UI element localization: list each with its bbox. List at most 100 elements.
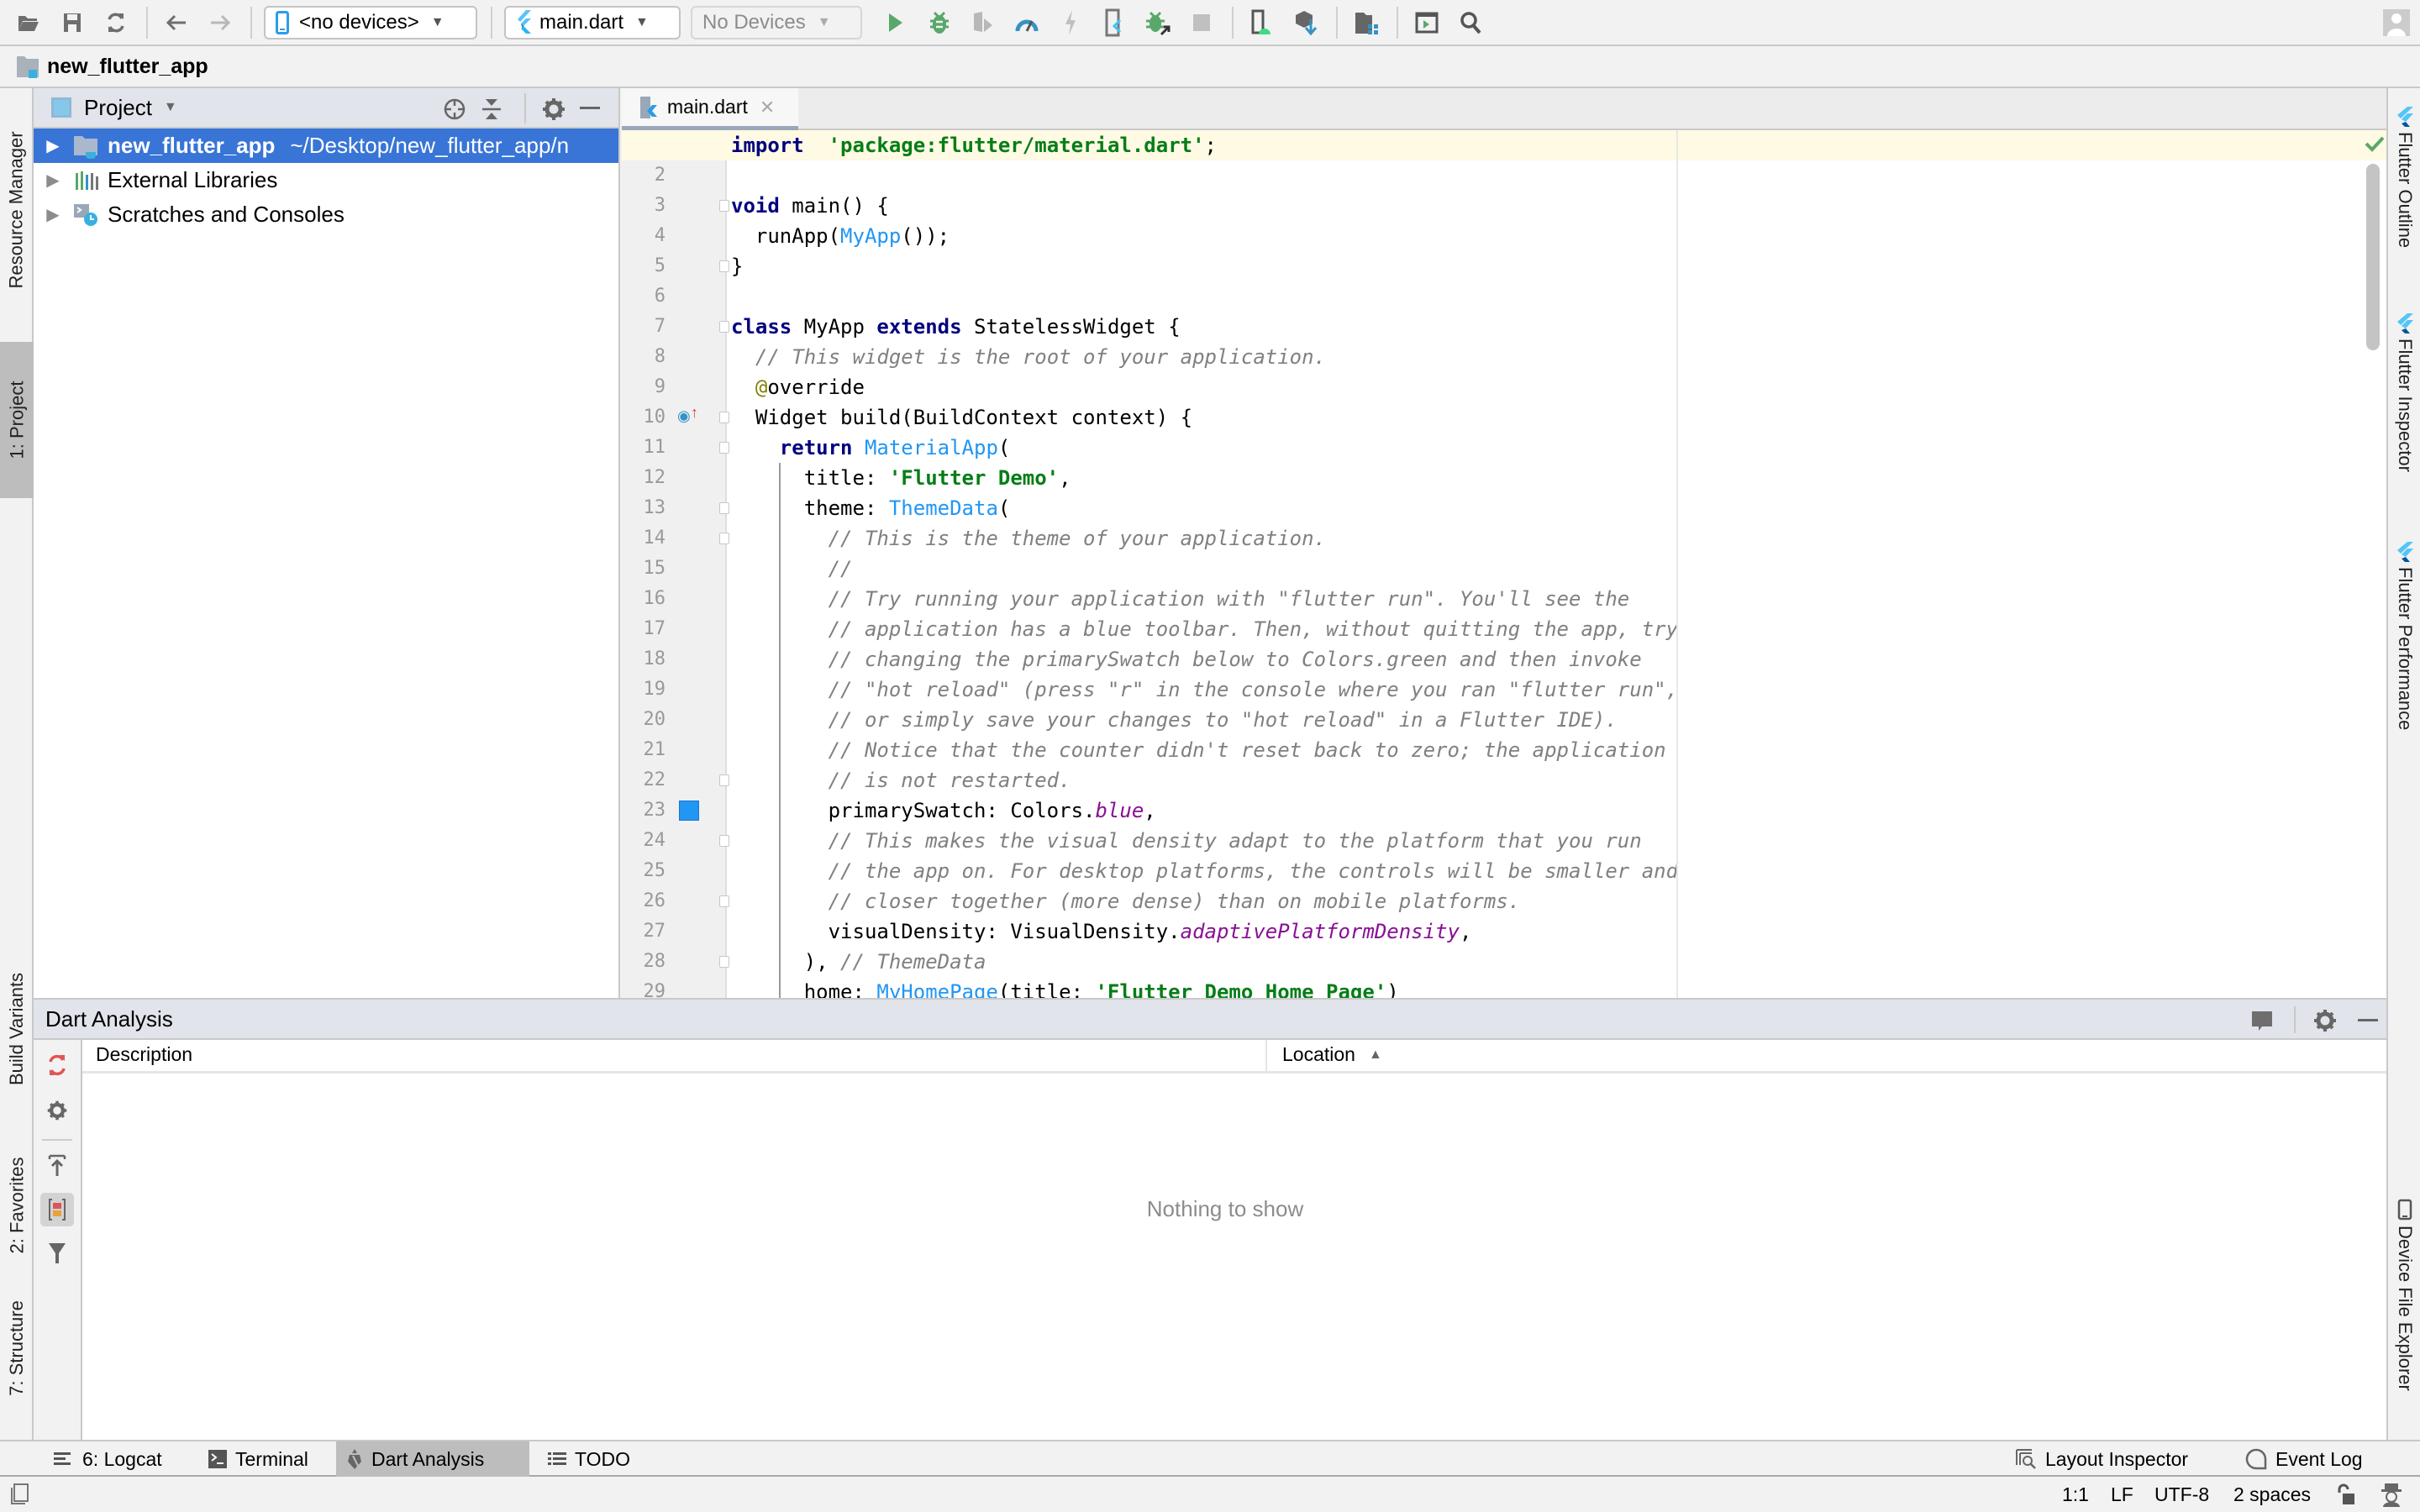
close-icon[interactable]: ✕ xyxy=(760,97,775,118)
sync-icon[interactable] xyxy=(99,6,133,39)
code-line[interactable]: import 'package:flutter/material.dart'; xyxy=(731,130,1217,160)
line-number[interactable]: 15 xyxy=(622,554,666,584)
tool-window-layout-inspector[interactable]: Layout Inspector xyxy=(2005,1441,2198,1477)
user-icon[interactable] xyxy=(2383,9,2410,36)
code-line[interactable]: // Try running your application with "fl… xyxy=(731,584,1630,614)
line-number[interactable]: 27 xyxy=(622,916,666,947)
code-line[interactable]: @override xyxy=(731,372,865,402)
line-number[interactable]: 17 xyxy=(622,614,666,644)
line-number[interactable]: 11 xyxy=(622,433,666,463)
line-number[interactable]: 20 xyxy=(622,705,666,735)
code-line[interactable]: // xyxy=(731,554,853,584)
run-icon[interactable] xyxy=(879,6,913,39)
tree-item-scratches[interactable]: ▶ Scratches and Consoles xyxy=(34,197,618,232)
gear-icon[interactable] xyxy=(40,1094,74,1127)
sdk-manager-icon[interactable] xyxy=(1289,6,1323,39)
search-icon[interactable] xyxy=(1454,6,1487,39)
back-icon[interactable] xyxy=(160,6,193,39)
inspector-hector-icon[interactable] xyxy=(2380,1482,2403,1512)
line-number[interactable]: 18 xyxy=(622,644,666,675)
line-number[interactable]: 10 xyxy=(622,402,666,433)
open-folder-icon[interactable] xyxy=(12,6,45,39)
debug-icon[interactable] xyxy=(923,6,956,39)
tab-project[interactable]: 1: Project xyxy=(0,342,34,498)
line-number[interactable]: 3 xyxy=(622,191,666,221)
tab-flutter-inspector[interactable]: Flutter Inspector xyxy=(2388,313,2420,472)
indent-setting[interactable]: 2 spaces xyxy=(2233,1483,2311,1506)
code-line[interactable]: // This widget is the root of your appli… xyxy=(731,342,1326,372)
toggle-tool-windows-icon[interactable] xyxy=(10,1483,30,1510)
code-line[interactable]: title: 'Flutter Demo', xyxy=(731,463,1071,493)
gear-icon[interactable] xyxy=(2312,1008,2338,1039)
expand-arrow-icon[interactable]: ▶ xyxy=(40,135,66,156)
column-location[interactable]: Location ▲ xyxy=(1282,1043,1382,1066)
code-line[interactable]: visualDensity: VisualDensity.adaptivePla… xyxy=(731,916,1472,947)
line-number[interactable]: 16 xyxy=(622,584,666,614)
code-area[interactable]: import 'package:flutter/material.dart'; v… xyxy=(727,130,2386,998)
collapse-all-icon[interactable] xyxy=(481,97,502,128)
code-line[interactable]: Widget build(BuildContext context) { xyxy=(731,402,1192,433)
tool-window-dart-analysis[interactable]: Dart Analysis xyxy=(336,1441,529,1477)
line-number[interactable]: 26 xyxy=(622,886,666,916)
hot-reload-icon[interactable] xyxy=(1054,6,1087,39)
line-number[interactable]: 28 xyxy=(622,947,666,977)
project-structure-icon[interactable] xyxy=(1349,6,1383,39)
column-divider[interactable] xyxy=(1265,1040,1267,1074)
column-description[interactable]: Description xyxy=(96,1043,192,1066)
line-number[interactable]: 21 xyxy=(622,735,666,765)
attach-debugger-icon[interactable] xyxy=(1141,6,1175,39)
tree-item-external-libraries[interactable]: ▶ External Libraries xyxy=(34,163,618,197)
line-number[interactable]: 9 xyxy=(622,372,666,402)
code-line[interactable]: // application has a blue toolbar. Then,… xyxy=(731,614,1678,644)
file-encoding[interactable]: UTF-8 xyxy=(2154,1483,2209,1506)
run-config-selector[interactable]: main.dart ▼ xyxy=(504,5,681,39)
line-number[interactable]: 13 xyxy=(622,493,666,523)
tab-flutter-performance[interactable]: Flutter Performance xyxy=(2388,542,2420,730)
profile-icon[interactable] xyxy=(1010,6,1044,39)
locate-file-icon[interactable] xyxy=(442,97,467,128)
flutter-attach-icon[interactable] xyxy=(1097,6,1131,39)
line-number[interactable]: 8 xyxy=(622,342,666,372)
code-line[interactable]: // "hot reload" (press "r" in the consol… xyxy=(731,675,1678,705)
expand-arrow-icon[interactable]: ▶ xyxy=(40,204,66,225)
group-by-severity-icon[interactable] xyxy=(40,1193,74,1226)
chevron-down-icon[interactable]: ▼ xyxy=(164,100,177,115)
line-number[interactable]: 5 xyxy=(622,251,666,281)
code-line[interactable]: // closer together (more dense) than on … xyxy=(731,886,1521,916)
code-line[interactable]: // is not restarted. xyxy=(731,765,1071,795)
run-anything-icon[interactable] xyxy=(1410,6,1444,39)
line-number[interactable]: 25 xyxy=(622,856,666,886)
code-line[interactable]: } xyxy=(731,251,743,281)
code-line[interactable]: return MaterialApp( xyxy=(731,433,1011,463)
tool-window-event-log[interactable]: Event Log xyxy=(2235,1441,2373,1477)
unlock-icon[interactable] xyxy=(2336,1483,2356,1510)
avd-manager-icon[interactable] xyxy=(1245,6,1279,39)
override-method-icon[interactable]: ◉ xyxy=(677,407,691,425)
project-view-selector[interactable]: Project xyxy=(84,95,152,121)
tree-item-project-root[interactable]: ▶ new_flutter_app ~/Desktop/new_flutter_… xyxy=(34,129,618,163)
tool-window-logcat[interactable]: 6: Logcat xyxy=(44,1441,172,1477)
line-number[interactable]: 7 xyxy=(622,312,666,342)
code-line[interactable]: ), // ThemeData xyxy=(731,947,986,977)
code-line[interactable]: // changing the primarySwatch below to C… xyxy=(731,644,1642,675)
code-line[interactable]: void main() { xyxy=(731,191,889,221)
save-icon[interactable] xyxy=(55,6,89,39)
tab-structure[interactable]: 7: Structure xyxy=(0,1264,34,1432)
line-number[interactable]: 23 xyxy=(622,795,666,826)
tool-window-todo[interactable]: TODO xyxy=(538,1441,640,1477)
code-line[interactable]: theme: ThemeData( xyxy=(731,493,1011,523)
code-line[interactable]: // or simply save your changes to "hot r… xyxy=(731,705,1618,735)
expand-arrow-icon[interactable]: ▶ xyxy=(40,170,66,191)
filter-icon[interactable] xyxy=(40,1236,74,1270)
code-line[interactable]: // This is the theme of your application… xyxy=(731,523,1326,554)
line-number[interactable]: 6 xyxy=(622,281,666,312)
tab-flutter-outline[interactable]: Flutter Outline xyxy=(2388,107,2420,248)
line-separator[interactable]: LF xyxy=(2111,1483,2133,1506)
breadcrumb-project[interactable]: new_flutter_app xyxy=(47,55,208,79)
tab-main-dart[interactable]: main.dart ✕ xyxy=(622,88,798,130)
code-line[interactable]: class MyApp extends StatelessWidget { xyxy=(731,312,1181,342)
forward-icon[interactable] xyxy=(203,6,237,39)
gear-icon[interactable] xyxy=(541,97,566,128)
line-number[interactable]: 2 xyxy=(622,160,666,191)
target-device-selector[interactable]: No Devices ▼ xyxy=(691,5,862,39)
